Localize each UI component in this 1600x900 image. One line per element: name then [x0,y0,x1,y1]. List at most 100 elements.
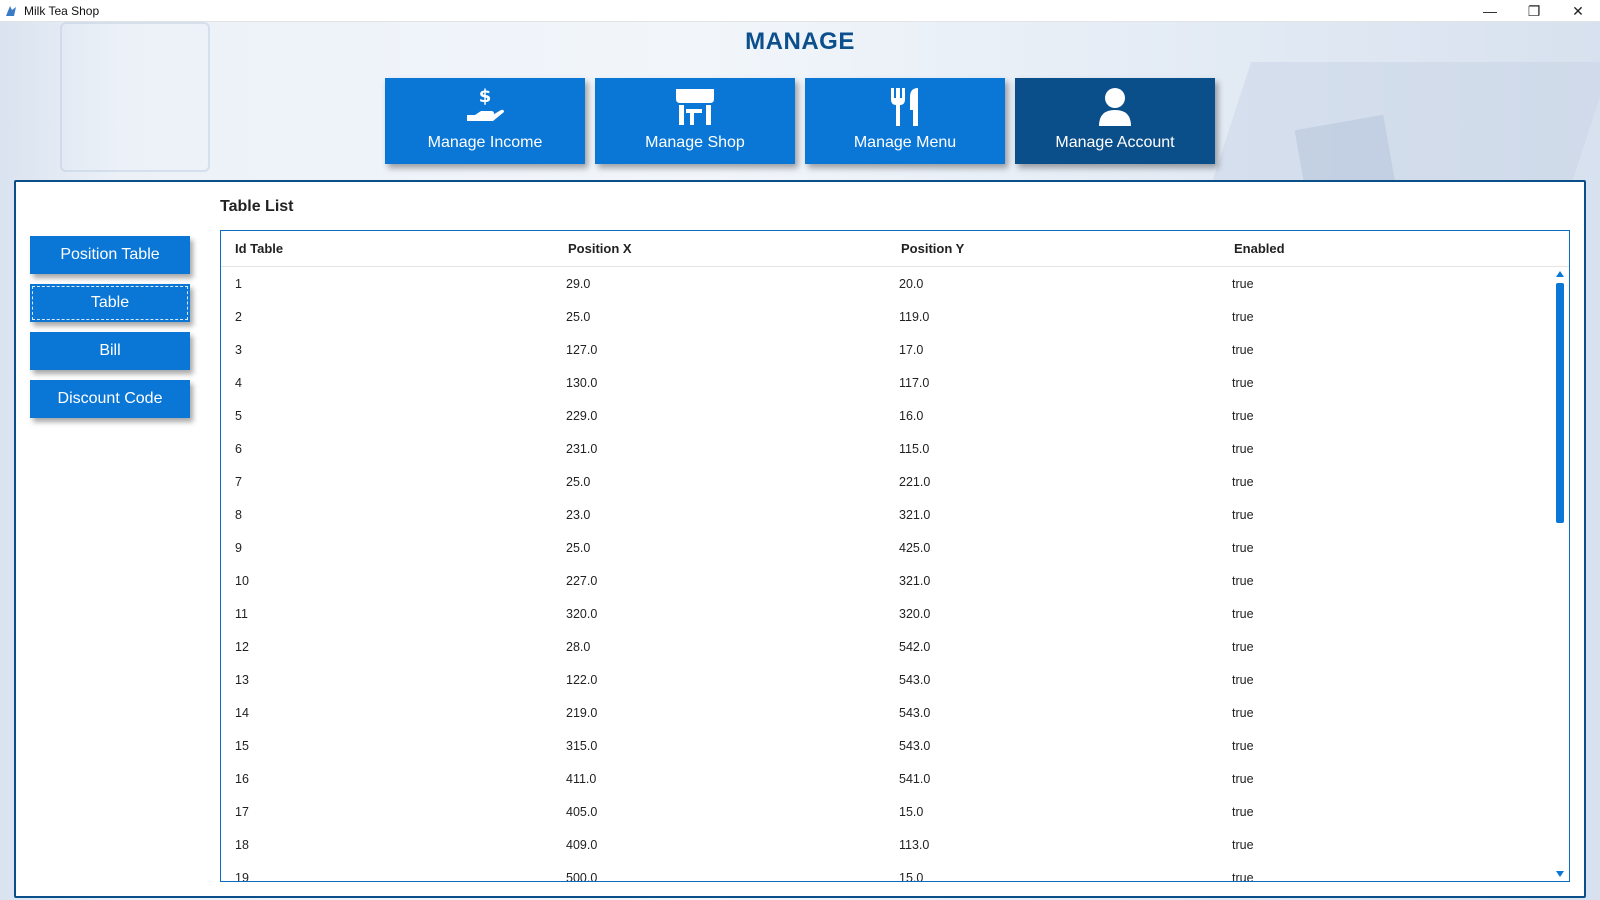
manage-income-label: Manage Income [427,134,543,151]
column-header-enabled[interactable]: Enabled [1220,241,1550,256]
cell-id: 12 [235,639,249,654]
cell-position-y: 321.0 [899,573,931,588]
position-table-button[interactable]: Position Table [30,236,190,274]
scroll-thumb[interactable] [1556,283,1564,523]
cell-id: 8 [235,507,242,522]
discount-code-button[interactable]: Discount Code [30,380,190,418]
column-header-position-y[interactable]: Position Y [887,241,1220,256]
fork-knife-icon [882,84,928,130]
cell-id: 19 [235,870,249,882]
cell-id: 1 [235,276,242,291]
cell-position-y: 15.0 [899,870,924,882]
restore-button[interactable]: ❐ [1512,0,1556,22]
cell-enabled: true [1232,507,1254,522]
manage-account-button[interactable]: Manage Account [1015,78,1215,164]
cell-id: 7 [235,474,242,489]
table-row[interactable]: 13 122.0 543.0 true [221,663,1569,696]
table-row[interactable]: 5 229.0 16.0 true [221,399,1569,432]
scroll-up-arrow-icon[interactable] [1556,271,1564,277]
cell-id: 13 [235,672,249,687]
table-button[interactable]: Table [30,284,190,322]
cell-enabled: true [1232,474,1254,489]
manage-income-button[interactable]: $ Manage Income [385,78,585,164]
cell-position-y: 221.0 [899,474,931,489]
table-row[interactable]: 3 127.0 17.0 true [221,333,1569,366]
scroll-down-arrow-icon[interactable] [1556,871,1564,877]
window-title: Milk Tea Shop [24,3,100,18]
svg-text:$: $ [479,86,492,107]
cell-position-y: 321.0 [899,507,931,522]
cell-enabled: true [1232,738,1254,753]
cell-position-x: 127.0 [566,342,598,357]
cell-enabled: true [1232,375,1254,390]
cell-position-y: 17.0 [899,342,924,357]
cell-position-x: 25.0 [566,540,591,555]
title-bar: Milk Tea Shop — ❐ ✕ [0,0,1600,22]
cell-id: 4 [235,375,242,390]
cell-enabled: true [1232,408,1254,423]
cell-position-x: 130.0 [566,375,598,390]
cell-enabled: true [1232,771,1254,786]
cell-position-x: 315.0 [566,738,598,753]
cell-enabled: true [1232,573,1254,588]
cell-id: 17 [235,804,249,819]
cell-position-y: 16.0 [899,408,924,423]
user-icon [1092,84,1138,130]
cell-enabled: true [1232,804,1254,819]
vertical-scrollbar[interactable] [1553,267,1567,881]
top-nav: $ Manage Income Manage Shop Manage Menu [385,78,1215,164]
cell-position-y: 20.0 [899,276,924,291]
cell-position-y: 117.0 [899,375,930,390]
table-row[interactable]: 12 28.0 542.0 true [221,630,1569,663]
table-row[interactable]: 18 409.0 113.0 true [221,828,1569,861]
table-row[interactable]: 8 23.0 321.0 true [221,498,1569,531]
cell-position-x: 409.0 [566,837,598,852]
cell-position-x: 405.0 [566,804,598,819]
table-row[interactable]: 15 315.0 543.0 true [221,729,1569,762]
table-row[interactable]: 17 405.0 15.0 true [221,795,1569,828]
cell-enabled: true [1232,309,1254,324]
cell-position-y: 542.0 [899,639,931,654]
cell-position-x: 500.0 [566,870,598,882]
table-row[interactable]: 10 227.0 321.0 true [221,564,1569,597]
column-header-position-x[interactable]: Position X [554,241,887,256]
table-header: Id Table Position X Position Y Enabled [221,231,1569,267]
cell-enabled: true [1232,276,1254,291]
cell-id: 16 [235,771,249,786]
cell-position-x: 219.0 [566,705,598,720]
cell-enabled: true [1232,705,1254,720]
table-row[interactable]: 11 320.0 320.0 true [221,597,1569,630]
cell-enabled: true [1232,342,1254,357]
table-row[interactable]: 7 25.0 221.0 true [221,465,1569,498]
cell-position-y: 543.0 [899,705,931,720]
manage-shop-button[interactable]: Manage Shop [595,78,795,164]
cell-position-y: 15.0 [899,804,924,819]
cell-position-y: 541.0 [899,771,931,786]
bill-button[interactable]: Bill [30,332,190,370]
table-row[interactable]: 6 231.0 115.0 true [221,432,1569,465]
table-row[interactable]: 14 219.0 543.0 true [221,696,1569,729]
cell-id: 10 [235,573,249,588]
manage-menu-label: Manage Menu [853,134,957,151]
table-row[interactable]: 1 29.0 20.0 true [221,267,1569,300]
cell-position-y: 119.0 [899,309,930,324]
hand-dollar-icon: $ [462,84,508,130]
column-header-id[interactable]: Id Table [221,241,554,256]
cell-position-x: 229.0 [566,408,598,423]
section-title: Table List [220,198,294,215]
cell-position-x: 23.0 [566,507,591,522]
table-row[interactable]: 4 130.0 117.0 true [221,366,1569,399]
close-button[interactable]: ✕ [1556,0,1600,22]
table-row[interactable]: 2 25.0 119.0 true [221,300,1569,333]
manage-menu-button[interactable]: Manage Menu [805,78,1005,164]
minimize-button[interactable]: — [1468,0,1512,22]
table-row[interactable]: 19 500.0 15.0 true [221,861,1569,882]
table-row[interactable]: 9 25.0 425.0 true [221,531,1569,564]
cell-position-x: 411.0 [566,771,597,786]
cell-enabled: true [1232,870,1254,882]
cell-position-x: 231.0 [566,441,598,456]
table-list[interactable]: Id Table Position X Position Y Enabled 1… [220,230,1570,882]
cell-id: 14 [235,705,249,720]
table-body: 1 29.0 20.0 true 2 25.0 119.0 true 3 127.0 17.0 tru… [221,267,1569,882]
table-row[interactable]: 16 411.0 541.0 true [221,762,1569,795]
